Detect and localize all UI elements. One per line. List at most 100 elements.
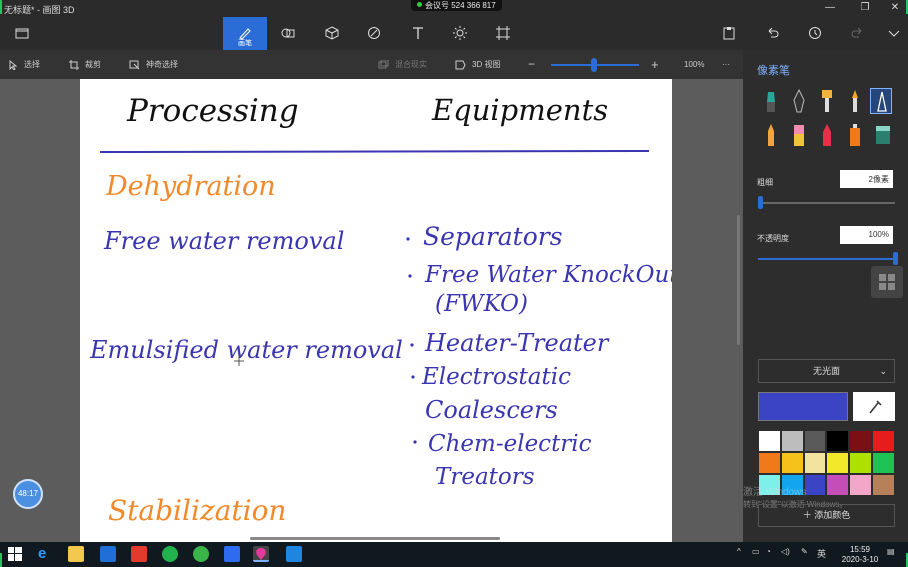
color-swatch[interactable] — [803, 430, 827, 452]
zoom-level[interactable]: 100% — [684, 50, 704, 79]
paint3d-taskbar-icon[interactable] — [253, 546, 269, 562]
tab-2d-shapes[interactable] — [266, 17, 310, 50]
text-icon — [413, 27, 423, 39]
folder-icon — [15, 28, 29, 39]
pencil-icon[interactable] — [760, 122, 782, 148]
edge-browser-icon[interactable]: e — [38, 546, 54, 562]
equipment-item: (FWKO) — [435, 291, 528, 317]
paste-button[interactable] — [707, 17, 751, 50]
oil-brush-icon[interactable] — [816, 88, 838, 114]
taskbar-clock[interactable]: 15:59 2020-3-10 — [840, 545, 880, 565]
marker-icon[interactable] — [760, 88, 782, 114]
opacity-slider[interactable] — [758, 258, 895, 260]
current-color-swatch[interactable] — [758, 392, 848, 421]
thickness-slider-thumb[interactable] — [758, 196, 764, 209]
minimize-button[interactable]: — — [815, 0, 845, 17]
store-icon[interactable] — [100, 546, 116, 562]
brush-panel: 像素笔 粗细 2像素 不透明度 100% 无光面 ⌄ 激活 Windows 转到… — [743, 50, 908, 542]
horizontal-scrollbar[interactable] — [250, 537, 500, 540]
wps-icon[interactable] — [224, 546, 240, 562]
color-swatch[interactable] — [871, 430, 895, 452]
color-swatch[interactable] — [849, 474, 872, 496]
file-explorer-icon[interactable] — [68, 546, 84, 562]
eraser-icon[interactable] — [788, 122, 810, 148]
drawing-canvas[interactable]: Processing Equipments Dehydration Free w… — [80, 79, 679, 542]
wechat-icon[interactable] — [162, 546, 178, 562]
select-button[interactable]: 选择 — [9, 50, 40, 79]
color-swatch[interactable] — [849, 430, 872, 452]
sticker-icon — [368, 27, 380, 39]
tab-text[interactable] — [396, 17, 440, 50]
more-options-button[interactable]: ··· — [722, 50, 730, 79]
undo-button[interactable] — [750, 17, 794, 50]
tray-network-icon[interactable]: ◔ — [766, 547, 771, 556]
notifications-icon[interactable]: ▤ — [887, 547, 895, 556]
history-button[interactable] — [793, 17, 837, 50]
opacity-input[interactable]: 100% — [840, 226, 893, 244]
meeting-badge[interactable]: 会议号 524 366 817 — [411, 0, 502, 11]
thickness-input[interactable]: 2像素 — [840, 170, 893, 188]
tab-canvas[interactable] — [481, 17, 525, 50]
canvas-icon — [496, 26, 510, 40]
color-swatch[interactable] — [826, 452, 850, 474]
color-swatch[interactable] — [780, 430, 804, 452]
tray-chevron-icon[interactable]: ^ — [737, 547, 741, 556]
thickness-slider[interactable] — [758, 202, 895, 204]
eyedropper-button[interactable] — [853, 392, 895, 421]
app-red-icon[interactable] — [131, 546, 147, 562]
expand-button[interactable] — [872, 17, 908, 50]
add-color-button[interactable]: ＋ 添加颜色 — [758, 504, 895, 527]
windows-start-icon[interactable] — [8, 547, 22, 561]
watercolor-icon[interactable] — [844, 88, 866, 114]
2d-shapes-icon — [281, 28, 295, 38]
maximize-button[interactable]: ❐ — [850, 0, 880, 17]
undo-icon — [768, 27, 779, 38]
color-swatch[interactable] — [871, 452, 895, 474]
tray-battery-icon[interactable]: ▭ — [752, 547, 760, 556]
color-swatch[interactable] — [758, 430, 781, 452]
opacity-slider-thumb[interactable] — [892, 252, 898, 265]
bullet — [408, 274, 412, 278]
vertical-scrollbar[interactable] — [737, 215, 740, 345]
menu-button[interactable] — [0, 17, 44, 50]
mixed-reality-button[interactable]: 混合现实 — [378, 50, 427, 79]
fill-bucket-icon[interactable] — [872, 122, 894, 148]
finish-dropdown[interactable]: 无光面 ⌄ — [758, 359, 895, 383]
tencent-meeting-icon[interactable] — [286, 546, 302, 562]
meeting-timer[interactable]: 48:17 — [13, 479, 43, 509]
apps-grid-icon[interactable] — [871, 266, 903, 298]
tab-3d-shapes[interactable] — [310, 17, 354, 50]
pixel-pen-icon[interactable] — [870, 88, 892, 114]
add-color-label: 添加颜色 — [814, 510, 851, 520]
color-swatch[interactable] — [826, 430, 850, 452]
spraycan-icon[interactable] — [844, 122, 866, 148]
app-green-icon[interactable] — [193, 546, 209, 562]
windows-taskbar: e ^ ▭ ◔ ◁) ✎ 英 15:59 2020-3-10 ▤ — [0, 542, 908, 567]
color-swatch[interactable] — [803, 452, 827, 474]
crayon-icon[interactable] — [816, 122, 838, 148]
tab-brushes[interactable]: 画笔 — [223, 17, 267, 50]
zoom-in-button[interactable]: + — [651, 50, 659, 79]
color-swatch[interactable] — [758, 452, 781, 474]
panel-title: 像素笔 — [757, 65, 790, 77]
calligraphy-pen-icon[interactable] — [788, 88, 810, 114]
mixed-reality-label: 混合现实 — [395, 60, 427, 69]
thickness-label: 粗细 — [757, 178, 773, 187]
zoom-slider-thumb[interactable] — [591, 58, 597, 72]
crop-icon — [69, 59, 79, 70]
tab-effects[interactable] — [438, 17, 482, 50]
view-3d-button[interactable]: 3D 视图 — [455, 50, 500, 79]
color-swatch[interactable] — [780, 452, 804, 474]
crop-button[interactable]: 裁剪 — [69, 50, 101, 79]
color-swatch[interactable] — [849, 452, 872, 474]
color-swatch[interactable] — [871, 474, 895, 496]
zoom-out-button[interactable]: − — [528, 50, 535, 79]
magic-select-button[interactable]: 神奇选择 — [129, 50, 178, 79]
tab-stickers[interactable] — [352, 17, 396, 50]
tray-pen-icon[interactable]: ✎ — [801, 547, 808, 556]
heading-processing: Processing — [126, 93, 299, 129]
magic-select-icon — [129, 60, 140, 69]
input-language[interactable]: 英 — [817, 547, 826, 560]
tray-volume-icon[interactable]: ◁) — [781, 547, 790, 556]
close-button[interactable]: ✕ — [880, 0, 908, 17]
